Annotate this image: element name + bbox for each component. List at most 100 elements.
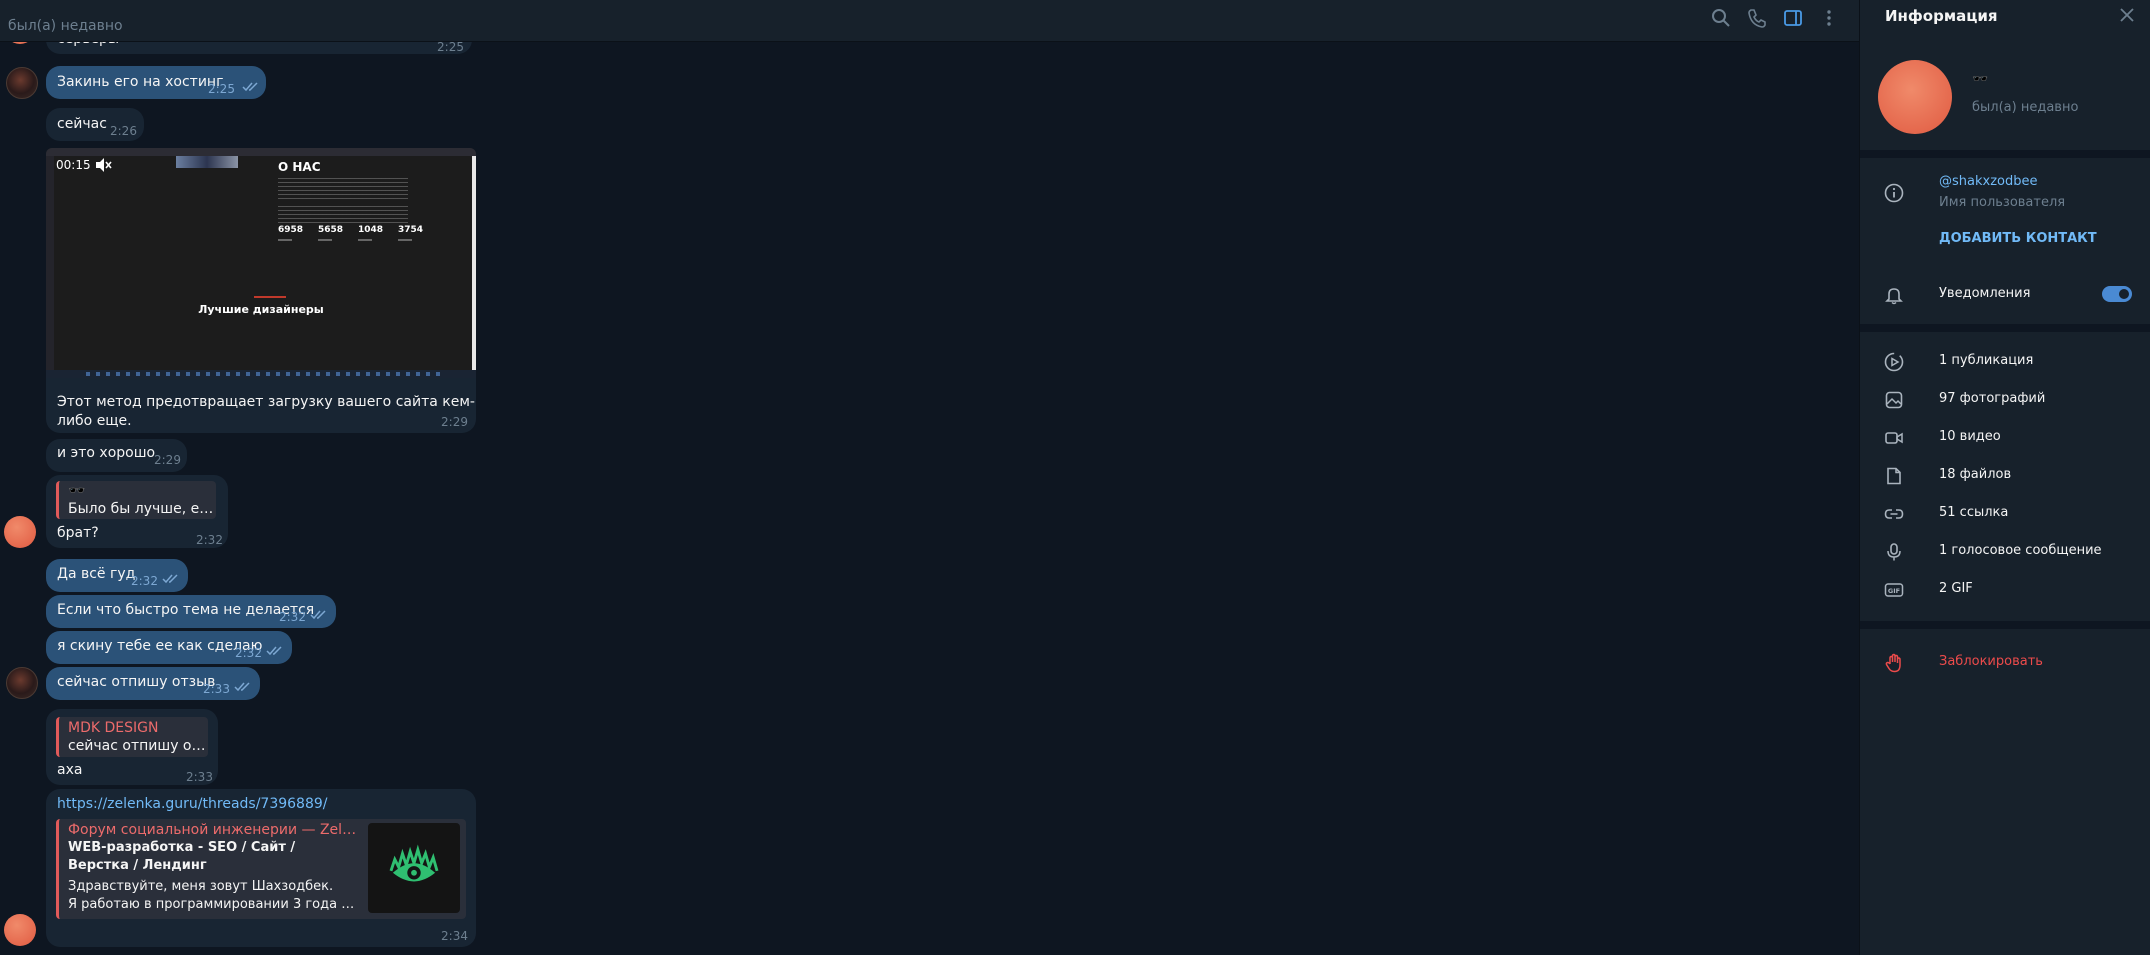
- message-outgoing[interactable]: я скину тебе ее как сделаю 2:32: [46, 631, 292, 664]
- message-text: Если что быстро тема не делается: [57, 602, 315, 618]
- message-time: 2:25: [208, 82, 235, 96]
- video-stat: 6958: [278, 225, 304, 241]
- read-checkmarks-icon: [242, 82, 258, 92]
- media-label: 10 видео: [1939, 429, 2001, 444]
- media-label: 18 файлов: [1939, 467, 2012, 482]
- reply-quote[interactable]: 🕶️ Было бы лучше, если ...: [56, 481, 216, 519]
- message-outgoing[interactable]: сейчас отпишу отзыв 2:33: [46, 667, 260, 700]
- video-accent: [254, 296, 286, 298]
- profile-last-seen: был(а) недавно: [1972, 100, 2079, 115]
- video-paragraph: [278, 178, 408, 202]
- gif-icon: GIF: [1884, 583, 1904, 597]
- message-time: 2:32: [279, 610, 306, 624]
- media-row-voice[interactable]: 1 голосовое сообщение: [1860, 533, 2150, 571]
- message-time: 2:29: [154, 453, 181, 467]
- message-text: сейчас: [57, 116, 107, 132]
- message-outgoing[interactable]: Закинь его на хостинг 2:25: [46, 66, 266, 99]
- more-options-icon[interactable]: [1817, 6, 1841, 30]
- video-message[interactable]: 00:15 О НАС 6958 5658 1048 3754 Лучшие д…: [46, 148, 476, 378]
- media-row-posts[interactable]: 1 публикация: [1860, 343, 2150, 381]
- message-outgoing[interactable]: Да всё гуд 2:32: [46, 559, 188, 592]
- video-frame-image: [176, 156, 238, 168]
- add-contact-button[interactable]: ДОБАВИТЬ КОНТАКТ: [1939, 231, 2097, 246]
- video-duration: 00:15: [56, 158, 91, 172]
- avatar[interactable]: [4, 914, 36, 946]
- media-row-photos[interactable]: 97 фотографий: [1860, 381, 2150, 419]
- video-stat: 1048: [358, 225, 384, 241]
- story-play-icon: [1884, 352, 1904, 372]
- link-preview[interactable]: Форум социальной инженерии — Zelenka.gur…: [56, 819, 466, 919]
- link-preview-description: Здравствуйте, меня зовут Шахзодбек.: [68, 879, 334, 894]
- profile-avatar[interactable]: [1878, 60, 1952, 134]
- avatar[interactable]: [6, 667, 38, 699]
- reply-author: 🕶️: [68, 483, 86, 499]
- phone-icon[interactable]: [1745, 6, 1769, 30]
- video-camera-icon: [1885, 432, 1903, 444]
- reply-quote[interactable]: MDK DESIGN сейчас отпишу отзыв: [56, 717, 208, 757]
- message-link[interactable]: https://zelenka.guru/threads/7396889/: [57, 795, 327, 814]
- message-incoming[interactable]: MDK DESIGN сейчас отпишу отзыв аха 2:33: [46, 709, 218, 785]
- message-text: Да всё гуд: [57, 566, 136, 582]
- info-panel: Информация 🕶️ был(а) недавно @shakxzodbe…: [1859, 0, 2150, 955]
- video-stats: 6958 5658 1048 3754: [278, 225, 424, 241]
- media-label: 1 голосовое сообщение: [1939, 543, 2102, 558]
- bell-icon: [1885, 288, 1903, 305]
- message-incoming[interactable]: Этот метод предотвращает загрузку вашего…: [46, 378, 476, 433]
- search-icon[interactable]: [1709, 6, 1733, 30]
- mute-icon[interactable]: [94, 156, 112, 174]
- sidebar-toggle-icon[interactable]: [1781, 6, 1805, 30]
- message-incoming[interactable]: и это хорошо 2:29: [46, 439, 187, 472]
- message-text: аха: [57, 762, 83, 778]
- media-row-videos[interactable]: 10 видео: [1860, 419, 2150, 457]
- avatar[interactable]: [6, 67, 38, 99]
- media-row-gifs[interactable]: GIF 2 GIF: [1860, 571, 2150, 609]
- link-icon: [1884, 509, 1904, 519]
- read-checkmarks-icon: [162, 574, 178, 584]
- notifications-label: Уведомления: [1939, 286, 2031, 301]
- message-text: я скину тебе ее как сделаю: [57, 638, 263, 654]
- message-time: 2:32: [235, 646, 262, 660]
- message-incoming[interactable]: сейчас 2:26: [46, 108, 144, 141]
- link-preview-title: WEB-разработка - SEO / Сайт / Верстка / …: [68, 840, 296, 873]
- section-divider: [1860, 324, 2150, 332]
- media-label: 97 фотографий: [1939, 391, 2046, 406]
- message-incoming[interactable]: 🕶️ Было бы лучше, если ... брат? 2:32: [46, 475, 228, 548]
- file-icon: [1887, 467, 1901, 485]
- read-checkmarks-icon: [266, 646, 282, 656]
- chat-pane: серверы 2:25 был(а) недавно Закинь его н…: [0, 0, 1859, 955]
- message-time: 2:33: [186, 770, 213, 784]
- link-preview-description: Я работаю в программировании 3 года и за…: [68, 897, 358, 912]
- read-checkmarks-icon: [310, 610, 326, 620]
- avatar[interactable]: [4, 516, 36, 548]
- message-time: 2:26: [110, 124, 137, 138]
- notifications-toggle[interactable]: [2102, 286, 2132, 302]
- message-text: брат?: [57, 525, 99, 541]
- profile-name: 🕶️: [1972, 72, 1989, 87]
- info-icon: [1884, 183, 1904, 203]
- section-divider: [1860, 150, 2150, 158]
- message-text: и это хорошо: [57, 445, 156, 461]
- block-user-button[interactable]: Заблокировать: [1860, 644, 2150, 682]
- eye-logo-icon: [389, 844, 439, 882]
- video-headline: Лучшие дизайнеры: [198, 303, 324, 316]
- message-time: 2:33: [203, 682, 230, 696]
- reply-text: Было бы лучше, если ...: [68, 501, 214, 517]
- message-text: сейчас отпишу отзыв: [57, 674, 216, 690]
- message-outgoing[interactable]: Если что быстро тема не делается 2:32: [46, 595, 336, 628]
- video-stat: 5658: [318, 225, 344, 241]
- close-icon[interactable]: [2118, 6, 2136, 24]
- link-preview-site: Форум социальной инженерии — Zelenka.gur…: [68, 822, 358, 838]
- media-row-links[interactable]: 51 ссылка: [1860, 495, 2150, 533]
- video-frame-scrollbar: [472, 156, 476, 370]
- media-label: 51 ссылка: [1939, 505, 2009, 520]
- hand-stop-icon: [1885, 653, 1901, 673]
- profile-username[interactable]: @shakxzodbee: [1939, 174, 2037, 189]
- microphone-icon: [1887, 543, 1901, 561]
- media-row-files[interactable]: 18 файлов: [1860, 457, 2150, 495]
- message-text: Закинь его на хостинг: [57, 74, 224, 90]
- message-time: 2:34: [441, 929, 468, 943]
- video-heading: О НАС: [278, 160, 321, 174]
- message-incoming[interactable]: https://zelenka.guru/threads/7396889/ Фо…: [46, 789, 476, 947]
- section-divider: [1860, 621, 2150, 629]
- block-label: Заблокировать: [1939, 654, 2043, 669]
